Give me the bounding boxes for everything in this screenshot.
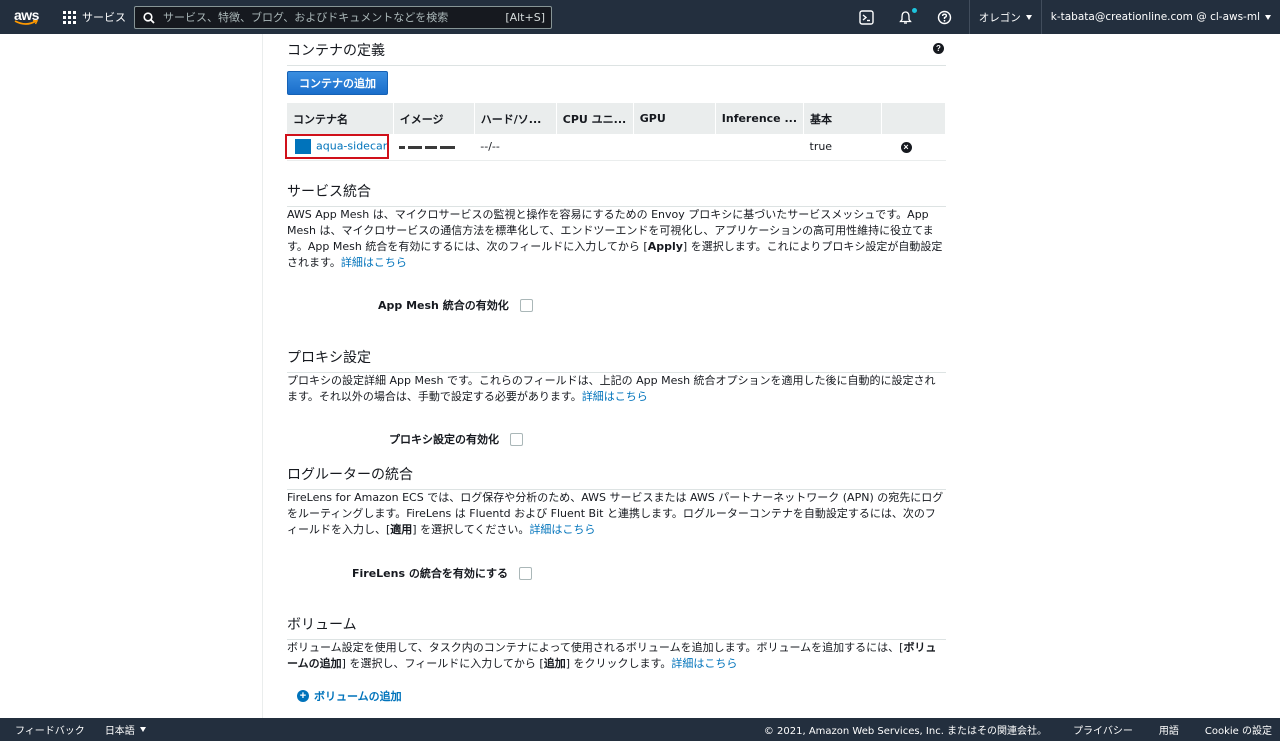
footer: フィードバック 日本語 © 2021, Amazon Web Services,… xyxy=(0,718,1280,741)
table-row: aqua-sidecar --/-- true × xyxy=(285,134,946,161)
learn-more-link[interactable]: 詳細はこちら xyxy=(529,523,595,536)
service-integration-title: サービス統合 xyxy=(287,181,946,207)
top-navigation: aws サービス [Alt+S] オレゴン xyxy=(0,0,1280,34)
desc-text: ボリューム設定を使用して、タスク内のコンテナによって使用されるボリュームを追加し… xyxy=(287,641,904,654)
learn-more-link[interactable]: 詳細はこちら xyxy=(671,657,737,670)
terms-link[interactable]: 用語 xyxy=(1159,722,1179,737)
proxy-configuration-title: プロキシ設定 xyxy=(287,347,946,373)
gpu-cell xyxy=(633,134,716,161)
add-circle-icon: + xyxy=(297,690,309,702)
caret-down-icon xyxy=(1265,14,1271,20)
desc-text: FireLens for Amazon ECS では、ログ保存や分析のため、AW… xyxy=(287,491,944,536)
essential-cell: true xyxy=(803,134,882,161)
account-label: k-tabata@creationline.com @ cl-aws-ml xyxy=(1050,11,1260,23)
caret-down-icon xyxy=(1025,14,1032,20)
firelens-label: FireLens の統合を有効にする xyxy=(352,567,508,580)
aws-logo[interactable]: aws xyxy=(0,0,46,34)
caret-down-icon xyxy=(139,727,146,732)
volumes-title: ボリューム xyxy=(287,614,946,640)
aws-smile-icon xyxy=(14,20,38,25)
add-volume-label: ボリュームの追加 xyxy=(314,690,402,703)
log-router-description: FireLens for Amazon ECS では、ログ保存や分析のため、AW… xyxy=(287,490,946,538)
nav-right-group: オレゴン k-tabata@creationline.com @ cl-aws-… xyxy=(858,0,1280,34)
desc-bold: 追加 xyxy=(543,657,566,670)
col-header-gpu[interactable]: GPU xyxy=(633,103,716,134)
feedback-link[interactable]: フィードバック xyxy=(15,722,85,737)
col-header-actions xyxy=(881,103,946,134)
copyright-text: © 2021, Amazon Web Services, Inc. またはその関… xyxy=(763,726,1048,737)
desc-text: ] を選択し、フィールドに入力してから [ xyxy=(341,657,544,670)
firelens-checkbox[interactable] xyxy=(518,566,532,580)
global-search[interactable]: [Alt+S] xyxy=(134,6,552,29)
remove-cell: × xyxy=(881,134,946,161)
add-volume-button[interactable]: + ボリュームの追加 xyxy=(297,688,402,704)
desc-bold: 適用 xyxy=(390,523,413,536)
cpu-units-cell xyxy=(556,134,634,161)
inference-cell xyxy=(715,134,804,161)
privacy-link[interactable]: プライバシー xyxy=(1073,722,1133,737)
volumes-description: ボリューム設定を使用して、タスク内のコンテナによって使用されるボリュームを追加し… xyxy=(287,640,946,672)
region-label: オレゴン xyxy=(978,11,1021,24)
region-selector[interactable]: オレゴン xyxy=(970,0,1041,34)
search-shortcut: [Alt+S] xyxy=(505,11,545,24)
container-name-cell: aqua-sidecar xyxy=(285,134,394,161)
image-cell xyxy=(393,134,475,161)
cloudshell-icon[interactable] xyxy=(858,8,876,26)
help-circle-icon[interactable] xyxy=(936,8,954,26)
firelens-field: FireLens の統合を有効にする xyxy=(352,565,532,581)
desc-text: ] をクリックします。 xyxy=(565,657,672,670)
redacted-image-name xyxy=(399,145,456,149)
col-header-container-name[interactable]: コンテナ名 xyxy=(287,103,394,134)
desc-bold: Apply xyxy=(647,240,683,253)
search-input[interactable] xyxy=(163,11,506,24)
cookie-preferences-link[interactable]: Cookie の設定 xyxy=(1205,722,1272,737)
notification-dot xyxy=(911,8,917,13)
notifications-bell-icon[interactable] xyxy=(897,8,917,26)
hard-soft-cell: --/-- xyxy=(474,134,557,161)
app-mesh-label: App Mesh 統合の有効化 xyxy=(378,299,509,312)
services-menu[interactable]: サービス xyxy=(63,0,126,34)
footer-right: © 2021, Amazon Web Services, Inc. またはその関… xyxy=(764,722,1280,737)
services-label: サービス xyxy=(82,11,126,24)
language-label: 日本語 xyxy=(104,726,135,737)
table-header-row: コンテナ名 イメージ ハード/ソ... CPU ユニ... GPU Infere… xyxy=(287,103,946,134)
container-table: コンテナ名 イメージ ハード/ソ... CPU ユニ... GPU Infere… xyxy=(285,103,946,161)
col-header-essential[interactable]: 基本 xyxy=(803,103,882,134)
learn-more-link[interactable]: 詳細はこちら xyxy=(341,256,407,269)
services-grid-icon xyxy=(63,10,76,24)
account-menu[interactable]: k-tabata@creationline.com @ cl-aws-ml xyxy=(1042,0,1280,34)
help-icon[interactable]: ? xyxy=(933,43,944,54)
remove-container-icon[interactable]: × xyxy=(900,142,912,154)
app-mesh-checkbox[interactable] xyxy=(519,298,533,312)
learn-more-link[interactable]: 詳細はこちら xyxy=(582,390,648,403)
add-container-button[interactable]: コンテナの追加 xyxy=(287,71,388,95)
proxy-description: プロキシの設定詳細 App Mesh です。これらのフィールドは、上記の App… xyxy=(287,373,946,405)
desc-text: ] を選択してください。 xyxy=(412,523,530,536)
search-icon xyxy=(143,11,155,24)
language-selector[interactable]: 日本語 xyxy=(105,722,146,737)
service-integration-description: AWS App Mesh は、マイクロサービスの監視と操作を容易にするための E… xyxy=(287,207,946,271)
col-header-cpu-units[interactable]: CPU ユニ... xyxy=(556,103,634,134)
proxy-field: プロキシ設定の有効化 xyxy=(389,431,523,447)
highlight-box xyxy=(285,134,389,159)
app-mesh-field: App Mesh 統合の有効化 xyxy=(378,297,533,313)
col-header-hard-soft[interactable]: ハード/ソ... xyxy=(474,103,557,134)
log-router-title: ログルーターの統合 xyxy=(287,464,946,490)
proxy-checkbox[interactable] xyxy=(510,432,523,446)
col-header-inference[interactable]: Inference ... xyxy=(715,103,805,134)
proxy-label: プロキシ設定の有効化 xyxy=(389,433,499,446)
content-left-border xyxy=(262,34,263,718)
container-definitions-title: コンテナの定義 xyxy=(287,40,946,66)
col-header-image[interactable]: イメージ xyxy=(393,103,475,134)
